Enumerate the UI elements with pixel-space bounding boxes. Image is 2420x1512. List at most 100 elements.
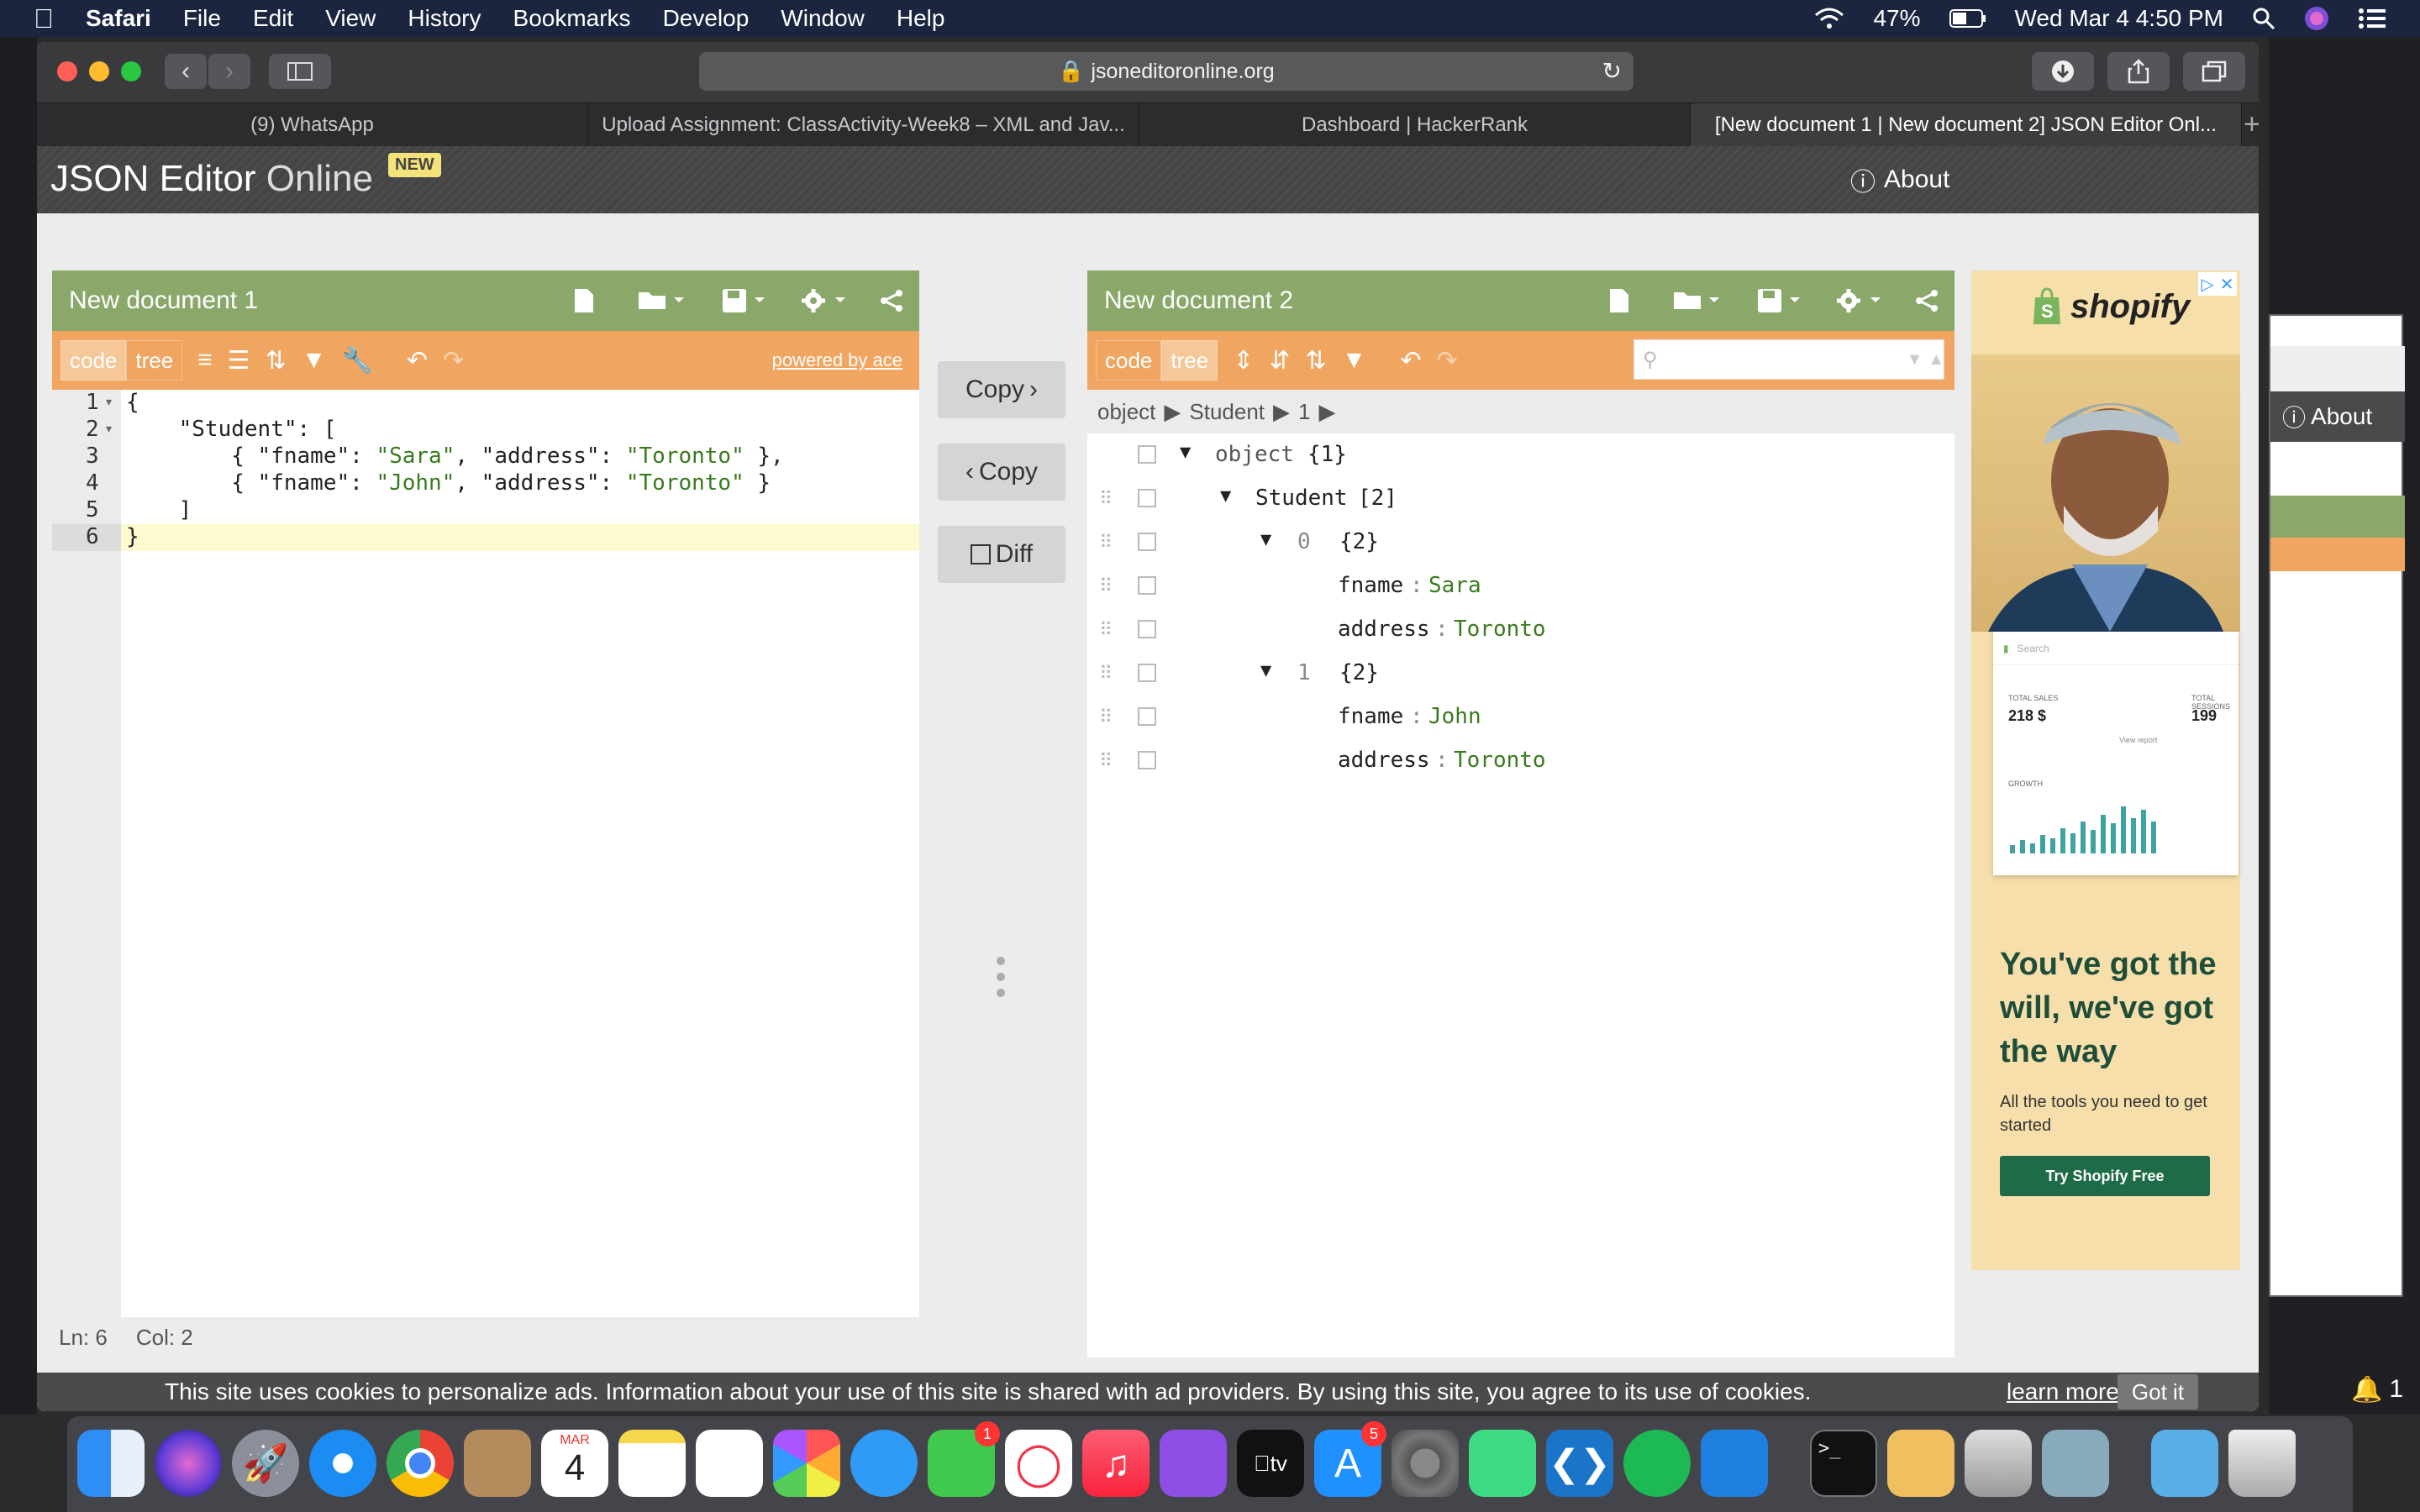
settings-gear-icon[interactable] <box>1835 287 1886 314</box>
reminders-icon[interactable] <box>696 1430 763 1497</box>
redo-icon[interactable]: ↷ <box>1436 346 1457 375</box>
context-menu-icon[interactable] <box>1138 533 1156 551</box>
tree-key[interactable]: fname <box>1338 573 1403 598</box>
tree-mode-button[interactable]: tree <box>126 340 183 381</box>
tab-json-editor[interactable]: [New document 1 | New document 2] JSON E… <box>1691 103 2242 147</box>
tree-row[interactable]: ⠿ ▼ Student [2] <box>1087 477 1954 521</box>
notes-icon[interactable] <box>618 1430 686 1497</box>
save-icon[interactable] <box>1756 287 1805 314</box>
collapse-arrow-icon[interactable]: ▼ <box>1220 486 1231 507</box>
redo-icon[interactable]: ↷ <box>443 346 464 375</box>
context-menu-icon[interactable] <box>1138 751 1156 769</box>
tree-key[interactable]: address <box>1338 617 1430 642</box>
context-menu-icon[interactable] <box>1138 489 1156 507</box>
open-folder-icon[interactable] <box>637 289 687 312</box>
new-tab-plus-icon[interactable]: + <box>2242 103 2259 146</box>
siri-icon[interactable] <box>2304 6 2329 31</box>
fold-arrow-icon[interactable]: ▾ <box>106 395 112 409</box>
tab-overview-button[interactable] <box>2183 52 2245 91</box>
menu-edit[interactable]: Edit <box>253 5 293 32</box>
search-previous-icon[interactable]: ▲ <box>1928 350 1944 370</box>
compact-json-icon[interactable]: ☰ <box>228 346 250 375</box>
minimize-window-button[interactable] <box>89 61 109 81</box>
tree-key[interactable]: Student <box>1255 486 1348 511</box>
share-icon[interactable] <box>1914 289 1939 312</box>
terminal-icon[interactable]: >_ <box>1810 1430 1877 1497</box>
facetime-icon[interactable]: 1 <box>928 1421 1000 1497</box>
tree-row[interactable]: ▼ object {1} <box>1087 433 1954 477</box>
tree-search-box[interactable]: ⚲ ▼ ▲ <box>1634 339 1944 380</box>
share-icon[interactable] <box>879 289 904 312</box>
try-shopify-button[interactable]: Try Shopify Free <box>2000 1156 2210 1196</box>
notification-center-icon[interactable] <box>2358 8 2386 29</box>
background-about-link[interactable]: ⓘ About <box>2270 391 2405 442</box>
drag-handle-icon[interactable]: ⠿ <box>1099 707 1113 728</box>
chrome-icon[interactable] <box>387 1430 454 1497</box>
siri-icon[interactable] <box>155 1430 222 1497</box>
podcasts-icon[interactable] <box>1160 1430 1227 1497</box>
app-store-icon[interactable]: A 5 <box>1314 1421 1386 1497</box>
filter-icon[interactable]: ▼ <box>302 346 327 375</box>
format-json-icon[interactable]: ≡ <box>197 346 213 375</box>
contacts-book-icon[interactable] <box>464 1430 531 1497</box>
settings-gear-icon[interactable] <box>800 287 850 314</box>
menu-view[interactable]: View <box>325 5 376 32</box>
tree-row[interactable]: ⠿ ▼ 0 {2} <box>1087 521 1954 564</box>
tree-row[interactable]: ⠿ address : Toronto <box>1087 608 1954 652</box>
reload-icon[interactable]: ↻ <box>1602 57 1622 85</box>
powered-by-ace-link[interactable]: powered by ace <box>772 349 902 371</box>
breadcrumb-item[interactable]: 1 <box>1298 399 1310 425</box>
spotlight-search-icon[interactable] <box>2252 7 2275 30</box>
undo-icon[interactable]: ↶ <box>407 346 428 375</box>
right-document-title[interactable]: New document 2 <box>1104 286 1293 315</box>
collapse-arrow-icon[interactable]: ▼ <box>1180 442 1191 463</box>
spotify-icon[interactable] <box>1623 1430 1691 1497</box>
address-bar[interactable]: 🔒 jsoneditoronline.org ↻ <box>699 52 1634 91</box>
code-mode-button[interactable]: code <box>1096 340 1162 381</box>
code-mode-button[interactable]: code <box>60 340 127 381</box>
context-menu-icon[interactable] <box>1138 576 1156 595</box>
tree-value[interactable]: Toronto <box>1454 617 1546 642</box>
got-it-button[interactable]: Got it <box>2118 1374 2198 1410</box>
fold-arrow-icon[interactable]: ▾ <box>106 422 112 436</box>
menu-file[interactable]: File <box>183 5 221 32</box>
safari-compass-icon[interactable] <box>309 1430 376 1497</box>
menu-history[interactable]: History <box>408 5 481 32</box>
android-studio-icon[interactable] <box>1469 1430 1536 1497</box>
preview-icon[interactable] <box>2042 1430 2109 1497</box>
menubar-clock[interactable]: Wed Mar 4 4:50 PM <box>2015 5 2223 32</box>
drag-handle-icon[interactable]: ⠿ <box>1099 489 1113 510</box>
menu-window[interactable]: Window <box>781 5 865 32</box>
menu-app-name[interactable]: Safari <box>86 5 151 32</box>
tree-key[interactable]: address <box>1338 748 1430 773</box>
search-next-icon[interactable]: ▼ <box>1907 350 1923 370</box>
learn-more-link[interactable]: learn more <box>2007 1376 2119 1408</box>
sort-icon[interactable]: ⇅ <box>1305 346 1326 375</box>
tree-row[interactable]: ⠿ fname : John <box>1087 696 1954 739</box>
tree-row[interactable]: ⠿ ▼ 1 {2} <box>1087 652 1954 696</box>
finder-icon[interactable] <box>77 1430 145 1497</box>
tree-value[interactable]: John <box>1428 704 1481 729</box>
tree-row[interactable]: ⠿ address : Toronto <box>1087 739 1954 783</box>
sort-icon[interactable]: ⇅ <box>266 346 287 375</box>
forward-button[interactable]: › <box>208 54 250 89</box>
drag-handle-icon[interactable]: ⠿ <box>1099 751 1113 772</box>
menu-develop[interactable]: Develop <box>663 5 750 32</box>
ad-choices-close[interactable]: ▷ ✕ <box>2198 272 2237 296</box>
news-icon[interactable]: ◯ <box>1005 1430 1072 1497</box>
ad-choices-icon[interactable]: ▷ <box>2201 274 2213 295</box>
expand-all-icon[interactable]: ⇕ <box>1233 346 1254 375</box>
diff-button[interactable]: Diff <box>938 526 1065 583</box>
messages-icon[interactable] <box>850 1430 918 1497</box>
tab-hackerrank[interactable]: Dashboard | HackerRank <box>1139 103 1691 147</box>
downloads-folder-icon[interactable] <box>2151 1430 2218 1497</box>
close-icon[interactable]: ✕ <box>2220 274 2234 295</box>
context-menu-icon[interactable] <box>1138 445 1156 464</box>
code-editor[interactable]: { "Student": [ { "fname": "Sara", "addre… <box>121 390 919 1317</box>
launchpad-rocket-icon[interactable]: 🚀 <box>232 1430 299 1497</box>
collapse-all-icon[interactable]: ⇵ <box>1269 346 1290 375</box>
music-note-icon[interactable]: ♫ <box>1082 1430 1150 1497</box>
calendar-icon[interactable]: MAR 4 <box>541 1430 608 1497</box>
xcode-hammer-icon[interactable] <box>1701 1430 1768 1497</box>
shopify-advertisement[interactable]: ▷ ✕ S shopify ▮ Search TOTAL SALES 218 $… <box>1971 270 2240 1270</box>
